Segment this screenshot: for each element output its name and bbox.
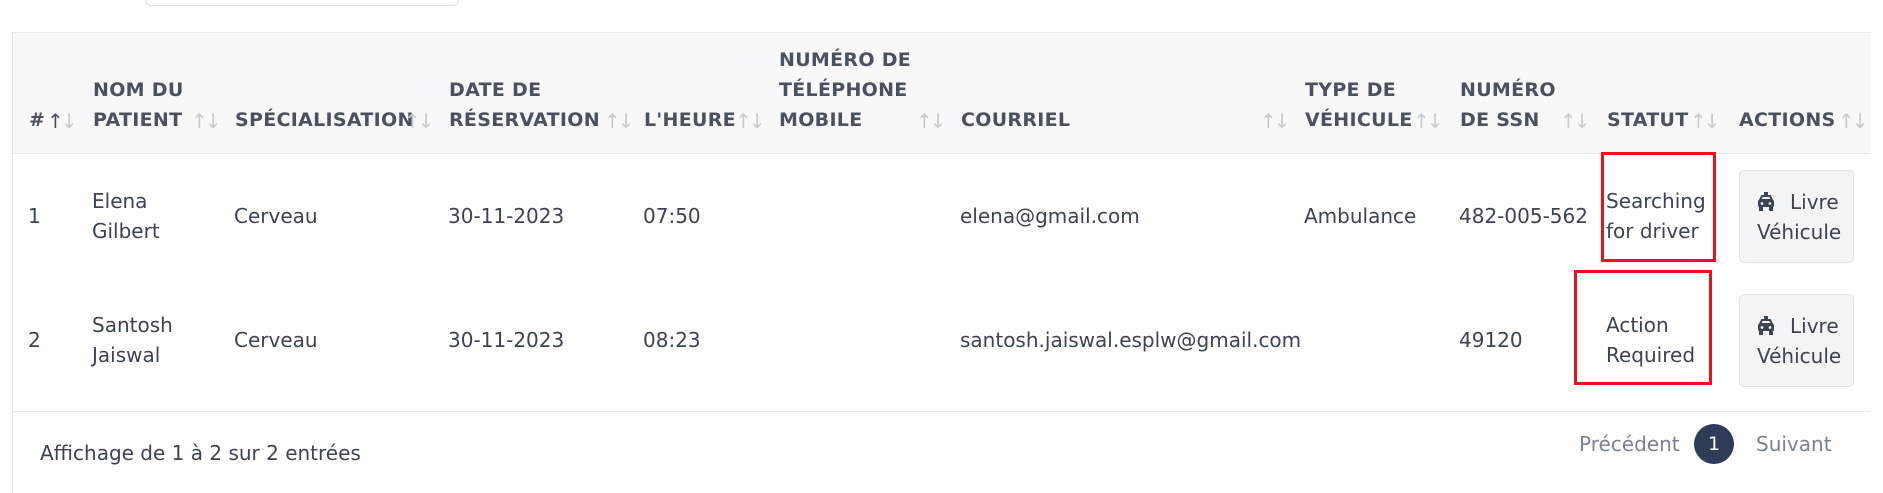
cell-heure: 07:50 [643,204,701,228]
col-header-num[interactable]: # [29,105,45,135]
action-label: Véhicule [1757,344,1842,368]
col-header-statut[interactable]: STATUT [1607,105,1689,135]
sort-icon[interactable]: ↑↓ [1838,109,1868,133]
sort-icon[interactable]: ↑↓ [1560,109,1590,133]
col-header-specialisation[interactable]: SPÉCIALISATION [235,105,414,135]
action-label: Livre [1790,314,1839,338]
patients-table: # ↑↓ NOM DU PATIENT ↑↓ SPÉCIALISATION ↑↓… [12,32,1871,493]
sort-icon[interactable]: ↑↓ [735,109,765,133]
sort-icon[interactable]: ↑↓ [1690,109,1720,133]
sort-icon[interactable]: ↑↓ [191,109,221,133]
cell-date: 30-11-2023 [448,328,565,352]
cell-vehicule: Ambulance [1304,204,1417,228]
cell-courriel: santosh.jaiswal.esplw@gmail.com [960,328,1302,352]
livre-vehicule-button[interactable]: Livre Véhicule [1739,294,1854,387]
status-highlight [1601,152,1716,262]
car-icon [1758,192,1774,211]
pagination-previous[interactable]: Précédent [1579,429,1680,459]
sort-icon[interactable]: ↑↓ [916,109,946,133]
cell-specialisation: Cerveau [234,328,318,352]
action-label: Véhicule [1757,220,1842,244]
sort-icon[interactable]: ↑↓ [47,109,77,133]
cell-date: 30-11-2023 [448,204,565,228]
search-input[interactable] [145,0,459,6]
col-header-date[interactable]: DATE DE RÉSERVATION [449,75,609,135]
entries-info: Affichage de 1 à 2 sur 2 entrées [40,441,361,465]
livre-vehicule-button[interactable]: Livre Véhicule [1739,170,1854,263]
car-icon [1758,316,1774,335]
col-header-heure[interactable]: L'HEURE [644,105,736,135]
cell-ssn: 49120 [1459,328,1523,352]
pagination-next[interactable]: Suivant [1756,429,1832,459]
cell-patient: Elena Gilbert [92,189,160,243]
sort-icon[interactable]: ↑↓ [604,109,634,133]
cell-num: 1 [28,204,41,228]
cell-patient: Santosh Jaiswal [92,313,173,367]
col-header-ssn[interactable]: NUMÉRO DE SSN [1460,75,1560,135]
cell-specialisation: Cerveau [234,204,318,228]
cell-ssn: 482-005-562 [1459,204,1588,228]
status-highlight [1574,270,1712,385]
table-header: # ↑↓ NOM DU PATIENT ↑↓ SPÉCIALISATION ↑↓… [13,33,1871,154]
col-header-patient[interactable]: NOM DU PATIENT [93,75,203,135]
pagination-page-1[interactable]: 1 [1694,424,1734,464]
sort-icon[interactable]: ↑↓ [1413,109,1443,133]
col-header-telephone[interactable]: NUMÉRO DE TÉLÉPHONE MOBILE [779,45,929,135]
col-header-vehicule[interactable]: TYPE DE VÉHICULE [1305,75,1415,135]
col-header-actions[interactable]: ACTIONS [1739,105,1836,135]
action-label: Livre [1790,190,1839,214]
col-header-courriel[interactable]: COURRIEL [961,105,1070,135]
cell-num: 2 [28,328,41,352]
cell-heure: 08:23 [643,328,701,352]
table-footer-divider [12,411,1870,412]
cell-courriel: elena@gmail.com [960,204,1140,228]
sort-icon[interactable]: ↑↓ [1260,109,1290,133]
sort-icon[interactable]: ↑↓ [404,109,434,133]
